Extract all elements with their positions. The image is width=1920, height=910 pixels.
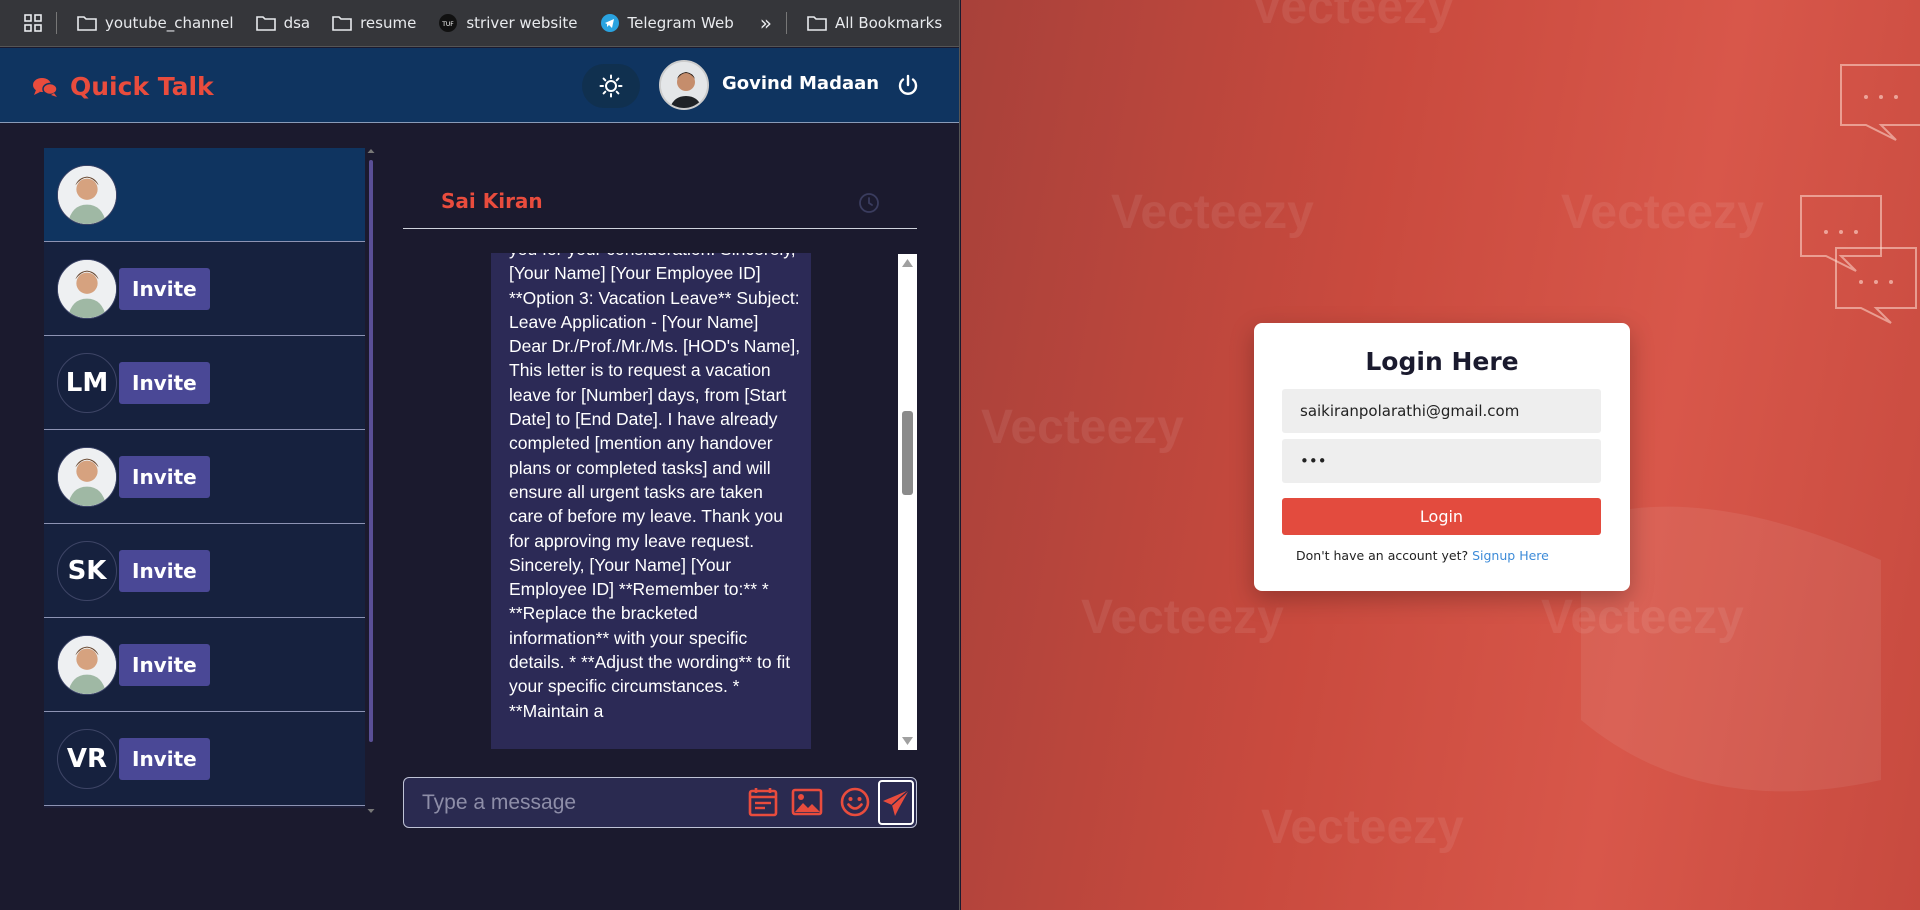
folder-icon [77, 16, 97, 31]
login-page: Vecteezy Vecteezy Vecteezy Vecteezy Vect… [961, 0, 1920, 910]
logout-button[interactable] [896, 74, 920, 102]
chat-header: Sai Kiran [403, 180, 917, 229]
chat-bubbles-icon [33, 77, 58, 97]
contact-item[interactable] [44, 148, 365, 242]
bookmark-label: Telegram Web [627, 14, 734, 32]
invite-button[interactable]: Invite [119, 267, 210, 310]
clock-icon[interactable] [858, 192, 880, 218]
chat-contact-name: Sai Kiran [441, 189, 543, 213]
login-button[interactable]: Login [1282, 498, 1601, 535]
folder-icon [807, 16, 827, 31]
login-card: Login Here Login Don't have an account y… [1254, 323, 1630, 591]
signup-prompt-text: Don't have an account yet? [1296, 548, 1469, 563]
user-name: Govind Madaan [722, 73, 880, 94]
bookmark-label: dsa [283, 14, 311, 32]
folder-icon [332, 16, 352, 31]
contact-item[interactable]: VR Invite [44, 712, 365, 806]
messages-scroll-thumb[interactable] [902, 411, 913, 495]
login-title: Login Here [1365, 347, 1519, 376]
site-icon: TUF [439, 14, 458, 32]
image-icon[interactable] [791, 786, 823, 822]
contact-item[interactable]: Invite [44, 618, 365, 712]
paper-plane-icon [883, 788, 910, 816]
svg-text:TUF: TUF [442, 21, 455, 28]
email-field[interactable] [1282, 389, 1601, 433]
all-bookmarks-label: All Bookmarks [834, 14, 943, 32]
bookmark-label: youtube_channel [105, 14, 234, 32]
signup-prompt: Don't have an account yet? Signup Here [1296, 548, 1549, 563]
bookmarks-bar: youtube_channel dsa resume TUF striver w… [0, 0, 959, 47]
bookmark-telegram-web[interactable]: Telegram Web [600, 13, 734, 33]
password-field[interactable] [1282, 439, 1601, 483]
bookmark-youtube-channel[interactable]: youtube_channel [77, 14, 234, 32]
contact-avatar: SK [57, 540, 117, 601]
bookmark-striver-website[interactable]: TUF striver website [438, 13, 578, 33]
folder-icon [255, 16, 276, 31]
contact-item[interactable]: LM Invite [44, 336, 365, 430]
bookmark-label: resume [360, 14, 417, 32]
contact-avatar [57, 634, 117, 695]
bookmark-dsa[interactable]: dsa [255, 14, 311, 32]
telegram-icon [600, 14, 619, 32]
invite-button[interactable]: Invite [119, 455, 210, 498]
brand[interactable]: Quick Talk [32, 72, 214, 101]
contact-item[interactable]: Invite [44, 242, 365, 336]
calendar-icon[interactable] [747, 786, 779, 822]
emoji-icon[interactable] [839, 786, 871, 822]
send-button[interactable] [878, 780, 914, 825]
contact-item[interactable]: Invite [44, 430, 365, 524]
message-composer [403, 777, 917, 828]
contact-avatar: LM [57, 352, 117, 413]
contact-avatar [57, 164, 117, 225]
message-text: you for your consideration. Sincerely, [… [509, 253, 801, 721]
app-header: Quick Talk Govind Madaan [0, 48, 959, 123]
contacts-scrollbar[interactable] [366, 148, 376, 814]
signup-link[interactable]: Signup Here [1472, 548, 1549, 563]
contact-avatar [57, 258, 117, 319]
message-bubble: you for your consideration. Sincerely, [… [491, 253, 811, 749]
user-avatar[interactable] [659, 60, 709, 110]
contact-avatar: VR [57, 728, 117, 789]
bookmark-label: striver website [466, 14, 578, 32]
invite-button[interactable]: Invite [119, 643, 210, 686]
apps-grid-icon[interactable] [24, 14, 42, 32]
more-bookmarks-icon[interactable]: » [760, 11, 772, 35]
contact-avatar [57, 446, 117, 507]
contacts-list[interactable]: Invite LM Invite Invite SK Invite Invite VR Invi… [44, 148, 365, 808]
chat-app-window: youtube_channel dsa resume TUF striver w… [0, 0, 960, 910]
invite-button[interactable]: Invite [119, 737, 210, 780]
brand-title: Quick Talk [70, 72, 214, 101]
power-icon [898, 74, 918, 95]
all-bookmarks[interactable]: All Bookmarks [807, 14, 942, 32]
messages-scrollbar[interactable] [898, 254, 917, 750]
bookmark-resume[interactable]: resume [332, 14, 416, 32]
message-input[interactable] [404, 778, 734, 827]
theme-toggle-button[interactable] [582, 64, 640, 108]
sun-icon [599, 74, 623, 98]
invite-button[interactable]: Invite [119, 549, 210, 592]
contact-item[interactable]: SK Invite [44, 524, 365, 618]
invite-button[interactable]: Invite [119, 361, 210, 404]
